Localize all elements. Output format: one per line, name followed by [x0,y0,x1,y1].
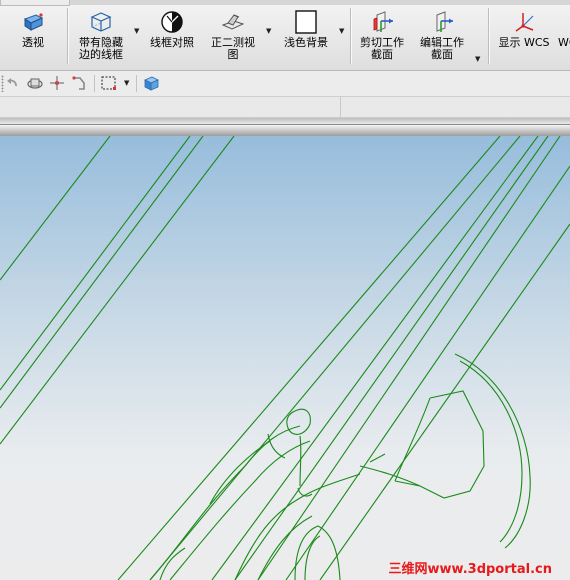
light-background-icon [295,10,317,34]
edit-work-section-label: 编辑工作 截面 [420,36,464,61]
wireframe-edge [459,360,523,543]
view-toolbar: ▼ [0,71,570,97]
undo-icon[interactable] [4,74,22,92]
wireframe-hidden-edges-button[interactable]: 带有隐藏 边的线框 [72,8,130,68]
wireframe-edge [285,165,570,580]
section-dropdown-arrow-icon[interactable]: ▼ [475,55,480,63]
view-cube-icon[interactable] [142,74,160,92]
watermark-text: 三维网www.3dportal.cn [388,562,552,577]
wireframe-edge [257,136,561,580]
wcs-partial-button[interactable]: WC [558,8,570,68]
wireframe-edge [319,223,570,580]
perspective-label: 透视 [22,36,44,49]
wireframe-hidden-edges-icon [90,12,112,32]
toolbar-separator [94,75,95,92]
selection-bar-divider [340,97,341,117]
wireframe-edge [257,515,313,580]
ribbon-separator [67,8,68,64]
light-background-label: 浅色背景 [284,36,328,49]
wireframe-edge [299,435,302,487]
wireframe-edge [0,136,204,409]
wireframe-edge [394,397,431,482]
wcs-partial-label: WC [558,36,570,49]
ribbon-toolbar: 透视 带有隐藏 边的线框 ▼ 线框对照 正二测视 图 ▼ 浅色背景 ▼ 剪切工作… [0,0,570,71]
wireframe-edges [0,136,570,580]
dimetric-view-button[interactable]: 正二测视 图 [206,8,260,68]
graphics-viewport[interactable]: 三维网www.3dportal.cn [0,136,570,580]
light-background-button[interactable]: 浅色背景 [278,8,334,68]
perspective-cube-icon [23,13,44,31]
wireframe-hidden-edges-label: 带有隐藏 边的线框 [79,36,123,61]
clip-work-section-button[interactable]: 剪切工作 截面 [355,8,409,68]
wireframe-contrast-button[interactable]: 线框对照 [146,8,198,68]
clip-work-section-label: 剪切工作 截面 [360,36,404,61]
box-select-icon[interactable] [100,74,118,92]
wireframe-edge [0,136,235,445]
ribbon-tab[interactable] [0,0,70,6]
edit-work-section-button[interactable]: 编辑工作 截面 [414,8,470,68]
dimetric-view-label: 正二测视 图 [211,36,255,61]
rotate-view-icon[interactable] [26,74,44,92]
wireframe-edge [149,136,521,580]
background-dropdown-arrow-icon[interactable]: ▼ [339,27,344,35]
ribbon-tab-strip [0,0,570,6]
wireframe-edge [359,465,421,487]
wireframe-edge [0,136,191,391]
wcs-axes-icon [515,13,534,32]
wireframe-edge [211,136,539,580]
wireframe-edge [169,440,311,580]
perspective-button[interactable]: 透视 [14,8,52,68]
wireframe-contrast-icon [161,11,183,33]
wireframe-edge [304,535,321,580]
dimetric-view-icon [221,14,245,30]
show-wcs-label: 显示 WCS [498,36,550,49]
select-tool-icon[interactable] [70,74,88,92]
view-dropdown-arrow-icon[interactable]: ▼ [266,27,271,35]
wireframe-edge [394,390,485,499]
wireframe-contrast-label: 线框对照 [150,36,194,49]
wireframe-dropdown-arrow-icon[interactable]: ▼ [134,27,139,35]
wireframe-edge [117,136,501,580]
wireframe-edge [267,433,286,459]
clip-work-section-icon [373,11,393,32]
wireframe-edge [149,425,301,580]
ribbon-separator [350,8,351,64]
pan-icon[interactable] [48,74,66,92]
wireframe-model [0,136,570,580]
wireframe-edge [286,408,311,435]
wireframe-edge [454,353,531,549]
viewport-border-strip [0,118,570,136]
box-select-dropdown-icon[interactable]: ▼ [124,79,129,87]
show-wcs-button[interactable]: 显示 WCS [496,8,552,68]
wireframe-edge [234,136,549,580]
ribbon-separator [488,8,489,64]
selection-bar [0,97,570,118]
wireframe-edge [0,136,111,281]
edit-work-section-icon [436,11,453,32]
viewport-border-line [0,124,570,125]
toolbar-separator [136,75,137,92]
